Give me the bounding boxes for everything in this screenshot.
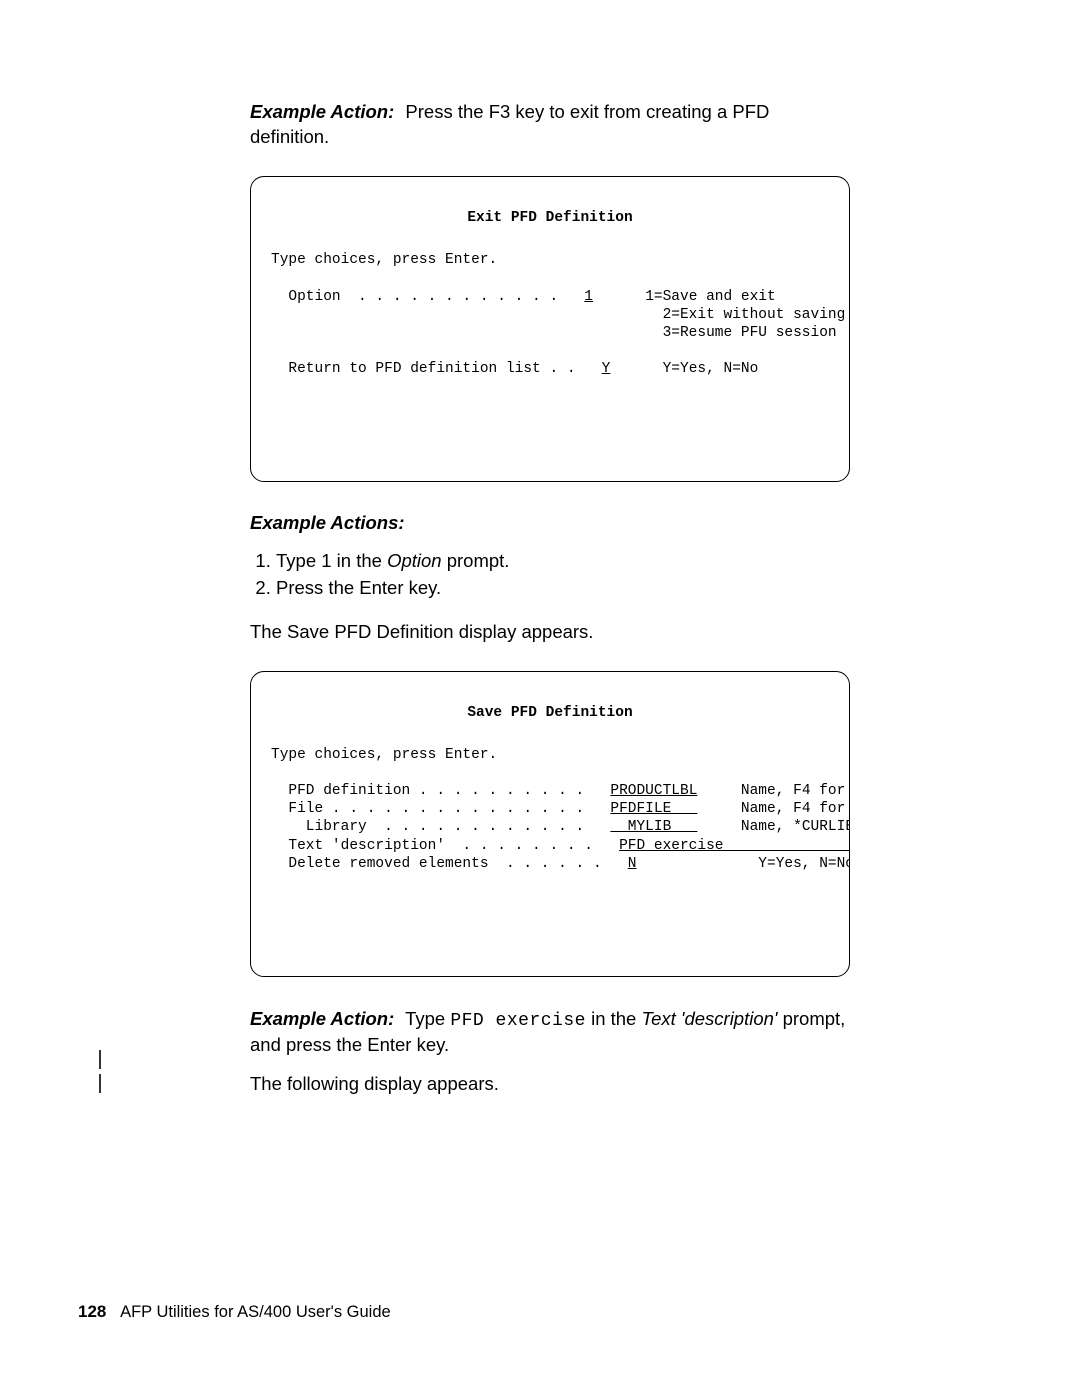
- change-bar: |: [94, 1051, 106, 1071]
- intro-para: Example Action: Press the F3 key to exit…: [250, 100, 850, 150]
- s2-lib-hint: Name, *CURLIB: [741, 819, 850, 835]
- screen1-return-label: Return to PFD definition list . .: [271, 361, 576, 377]
- s2-lib-label: Library . . . . . . . . . . . .: [271, 819, 584, 835]
- action2-ital: Text 'description': [642, 1008, 778, 1029]
- screen1-return-value[interactable]: Y: [602, 361, 611, 377]
- screen2-instr: Type choices, press Enter.: [271, 747, 497, 763]
- screen2-title: Save PFD Definition: [271, 704, 829, 722]
- s2-lib-value[interactable]: MYLIB: [610, 819, 697, 835]
- action2-mono: PFD exercise: [450, 1011, 586, 1031]
- li1-pre: Type 1 in the: [276, 550, 387, 571]
- change-bar: |: [94, 1075, 106, 1095]
- example-action-label-2: Example Action:: [250, 1008, 394, 1029]
- after-actions-para: The Save PFD Definition display appears.: [250, 620, 850, 645]
- page: Example Action: Press the F3 key to exit…: [0, 0, 1080, 1397]
- s2-text-label: Text 'description' . . . . . . . .: [271, 838, 593, 854]
- s2-del-value[interactable]: N: [628, 856, 637, 872]
- s2-pfd-hint: Name, F4 for list: [741, 783, 850, 799]
- closing-para: The following display appears.: [250, 1072, 850, 1097]
- example-action-label: Example Action:: [250, 101, 394, 122]
- screen1-opt-hint1: 1=Save and exit: [645, 289, 776, 305]
- s2-del-label: Delete removed elements . . . . . .: [271, 856, 602, 872]
- example-actions-heading: Example Actions:: [250, 512, 850, 534]
- list-item: Type 1 in the Option prompt.: [276, 548, 850, 575]
- s2-text-value[interactable]: PFD exercise: [619, 838, 850, 854]
- example-actions-list: Type 1 in the Option prompt. Press the E…: [250, 548, 850, 602]
- s2-pfd-label: PFD definition . . . . . . . . . .: [271, 783, 584, 799]
- li1-ital: Option: [387, 550, 442, 571]
- list-item: Press the Enter key.: [276, 575, 850, 602]
- screen1-instr: Type choices, press Enter.: [271, 252, 497, 268]
- s2-pfd-value[interactable]: PRODUCTLBL: [610, 783, 697, 799]
- li2-pre: Press the Enter key.: [276, 577, 441, 598]
- action2-para: Example Action: Type PFD exercise in the…: [250, 1007, 850, 1058]
- screen-exit-pfd: Exit PFD Definition Type choices, press …: [250, 176, 850, 482]
- screen1-title: Exit PFD Definition: [271, 209, 829, 227]
- screen1-option-value[interactable]: 1: [584, 289, 593, 305]
- s2-file-value[interactable]: PFDFILE: [610, 801, 697, 817]
- action2-mid: in the: [586, 1008, 642, 1029]
- s2-file-label: File . . . . . . . . . . . . . . .: [271, 801, 584, 817]
- content-column: Example Action: Press the F3 key to exit…: [250, 100, 850, 1111]
- page-footer: 128 AFP Utilities for AS/400 User's Guid…: [78, 1302, 391, 1322]
- li1-post: prompt.: [442, 550, 510, 571]
- screen-save-pfd: Save PFD Definition Type choices, press …: [250, 671, 850, 977]
- s2-del-hint: Y=Yes, N=No: [758, 856, 850, 872]
- action2-pre: Type: [405, 1008, 450, 1029]
- page-number: 128: [78, 1302, 106, 1321]
- footer-title: AFP Utilities for AS/400 User's Guide: [120, 1303, 391, 1321]
- s2-file-hint: Name, F4 for list: [741, 801, 850, 817]
- screen1-option-label: Option . . . . . . . . . . . .: [271, 289, 558, 305]
- screen1-return-hint: Y=Yes, N=No: [663, 361, 759, 377]
- screen1-opt-hint2: 2=Exit without saving: [663, 307, 846, 323]
- screen1-opt-hint3: 3=Resume PFU session: [663, 325, 837, 341]
